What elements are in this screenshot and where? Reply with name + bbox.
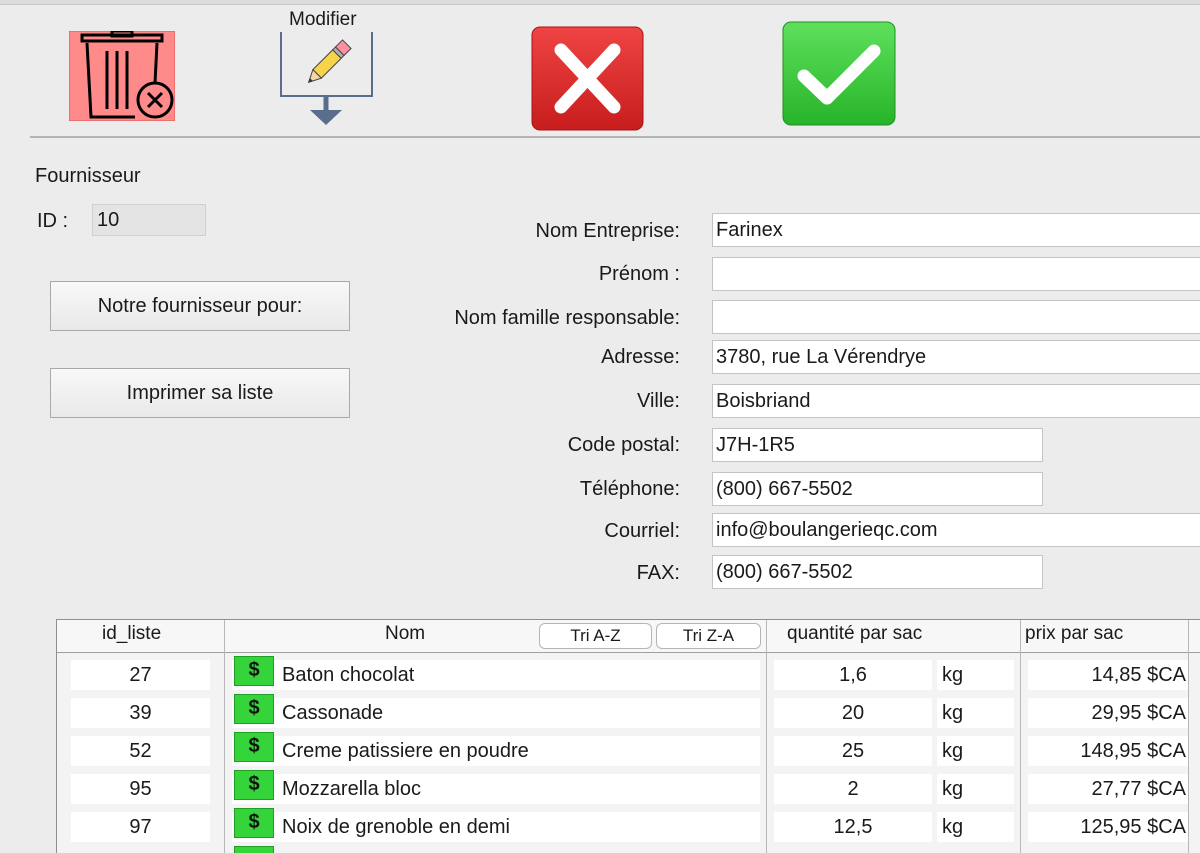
column-divider <box>1020 620 1021 853</box>
fax-label: FAX: <box>636 562 680 584</box>
telephone-field[interactable]: (800) 667-5502 <box>712 472 1043 506</box>
cell-prix[interactable]: 27,77 $CA <box>1028 774 1188 804</box>
dollar-icon[interactable]: $ <box>234 656 274 686</box>
dollar-icon[interactable]: $ <box>234 770 274 800</box>
column-divider <box>1188 620 1189 853</box>
cell-nom[interactable]: Mozzarella bloc <box>232 774 760 804</box>
notre-fournisseur-button[interactable]: Notre fournisseur pour: <box>50 281 350 331</box>
edit-pencil-icon <box>280 32 373 125</box>
cell-nom[interactable]: Creme patissiere en poudre <box>232 736 760 766</box>
cell-quantite[interactable]: 25 <box>774 736 932 766</box>
cell-quantite[interactable]: 12,5 <box>774 812 932 842</box>
cell-id[interactable]: 39 <box>71 698 210 728</box>
courriel-field[interactable]: info@boulangerieqc.com <box>712 513 1200 547</box>
ville-field[interactable]: Boisbriand <box>712 384 1200 418</box>
cell-unite[interactable]: kg <box>937 812 1014 842</box>
dollar-icon[interactable]: $ <box>234 732 274 762</box>
nom-entreprise-field[interactable]: Farinex <box>712 213 1200 247</box>
cell-nom[interactable]: Noix de grenoble en demi <box>232 812 760 842</box>
modify-button[interactable] <box>279 32 375 126</box>
cell-id[interactable]: 52 <box>71 736 210 766</box>
cell-unite[interactable]: kg <box>937 736 1014 766</box>
courriel-label: Courriel: <box>604 520 680 542</box>
fax-field[interactable]: (800) 667-5502 <box>712 555 1043 589</box>
trash-delete-icon <box>68 29 176 122</box>
product-table: id_liste Nom Tri A-Z Tri Z-A quantité pa… <box>56 619 1200 853</box>
ville-label: Ville: <box>637 390 680 412</box>
nom-famille-label: Nom famille responsable: <box>454 307 680 329</box>
dollar-icon[interactable]: $ <box>234 808 274 838</box>
prenom-label: Prénom : <box>598 263 680 285</box>
cell-unite[interactable]: kg <box>937 660 1014 690</box>
cell-unite[interactable]: kg <box>937 774 1014 804</box>
cell-nom[interactable]: Cassonade <box>232 698 760 728</box>
code-postal-label: Code postal: <box>567 434 680 456</box>
sort-za-button[interactable]: Tri Z-A <box>656 623 761 649</box>
cell-id[interactable]: 97 <box>71 812 210 842</box>
toolbar-separator <box>30 136 1200 138</box>
window-top-border <box>0 0 1200 5</box>
cell-id[interactable]: 27 <box>71 660 210 690</box>
column-divider <box>224 620 225 853</box>
cancel-x-icon <box>531 26 644 131</box>
cell-id[interactable]: 95 <box>71 774 210 804</box>
modifier-label: Modifier <box>289 9 357 30</box>
cell-unite[interactable]: kg <box>937 698 1014 728</box>
code-postal-field[interactable]: J7H-1R5 <box>712 428 1043 462</box>
confirm-button[interactable] <box>782 21 896 126</box>
cell-prix[interactable]: 29,95 $CA <box>1028 698 1188 728</box>
nom-entreprise-label: Nom Entreprise: <box>535 220 681 242</box>
adresse-field[interactable]: 3780, rue La Vérendrye <box>712 340 1200 374</box>
cell-quantite[interactable]: 1,6 <box>774 660 932 690</box>
cell-prix[interactable]: 14,85 $CA <box>1028 660 1188 690</box>
sort-az-button[interactable]: Tri A-Z <box>539 623 652 649</box>
header-prix[interactable]: prix par sac <box>1025 623 1123 645</box>
section-title: Fournisseur <box>35 165 141 187</box>
imprimer-liste-button[interactable]: Imprimer sa liste <box>50 368 350 418</box>
confirm-check-icon <box>782 21 896 126</box>
cell-prix[interactable]: 125,95 $CA <box>1028 812 1188 842</box>
cancel-button[interactable] <box>531 26 644 131</box>
adresse-label: Adresse: <box>601 346 680 368</box>
cell-prix[interactable]: 148,95 $CA <box>1028 736 1188 766</box>
delete-button[interactable] <box>68 29 176 122</box>
cell-nom[interactable]: Baton chocolat <box>232 660 760 690</box>
header-nom[interactable]: Nom <box>385 623 425 645</box>
nom-famille-field[interactable] <box>712 300 1200 334</box>
table-header: id_liste Nom Tri A-Z Tri Z-A quantité pa… <box>57 620 1200 653</box>
cell-quantite[interactable]: 20 <box>774 698 932 728</box>
telephone-label: Téléphone: <box>579 478 680 500</box>
dollar-icon[interactable]: $ <box>234 694 274 724</box>
id-field: 10 <box>92 204 206 236</box>
header-id-liste[interactable]: id_liste <box>102 623 161 645</box>
id-label: ID : <box>37 210 69 232</box>
cell-quantite[interactable]: 2 <box>774 774 932 804</box>
column-divider <box>766 620 767 853</box>
header-quantite[interactable]: quantité par sac <box>787 623 922 645</box>
prenom-field[interactable] <box>712 257 1200 291</box>
